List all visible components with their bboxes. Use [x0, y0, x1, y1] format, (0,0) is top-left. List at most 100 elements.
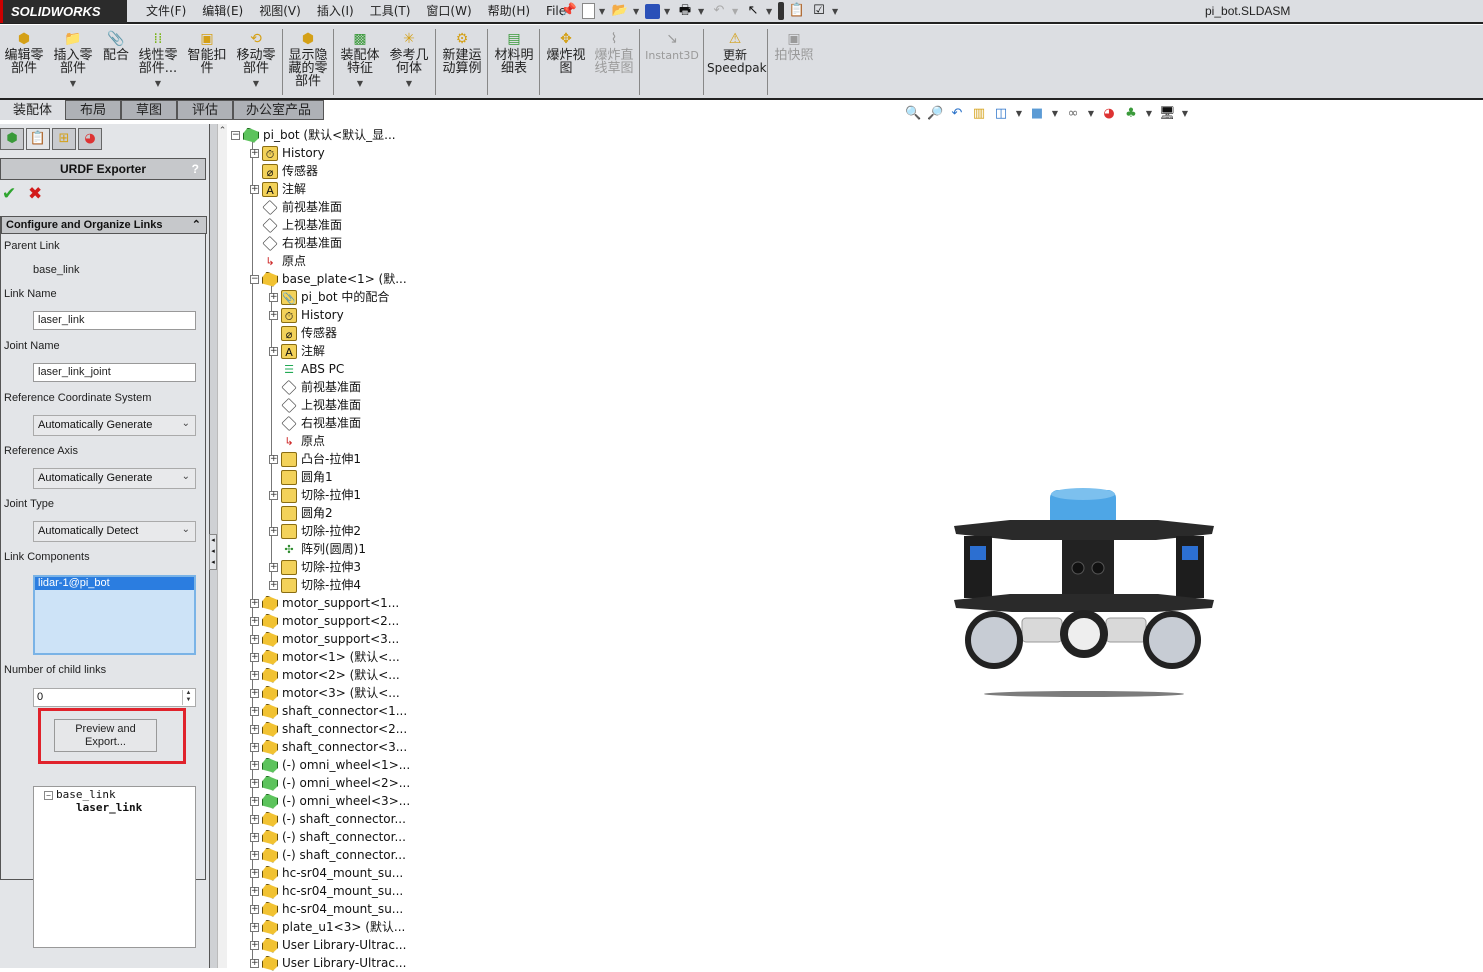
tree-item[interactable]: + motor<3> (默认<...	[250, 684, 400, 702]
mate-button[interactable]: 📎 配合	[100, 31, 132, 62]
reference-geometry-dropdown[interactable]: ▼	[388, 77, 430, 90]
expand-icon[interactable]: +	[250, 148, 259, 158]
bill-of-materials-button[interactable]: ▤ 材料明 细表	[492, 31, 536, 75]
tree-item[interactable]: ↳ 原点	[250, 252, 306, 270]
tree-item[interactable]: + motor<1> (默认<...	[250, 648, 400, 666]
rebuild-traffic-light-icon[interactable]: .	[778, 2, 784, 20]
view-settings-icon[interactable]: 🖥	[1159, 106, 1176, 121]
cancel-x-icon[interactable]: ✖	[28, 184, 42, 204]
assembly-features-dropdown[interactable]: ▼	[338, 77, 382, 90]
group-header[interactable]: Configure and Organize Links ⌃	[1, 216, 207, 234]
scroll-up-icon[interactable]: ⌃	[218, 126, 227, 136]
tree-item[interactable]: + A 注解	[250, 180, 306, 198]
tree-item[interactable]: + User Library-Ultrac...	[250, 954, 406, 972]
tree-item[interactable]: + plate_u1<3> (默认...	[250, 918, 405, 936]
expand-icon[interactable]: +	[250, 184, 259, 194]
expand-icon[interactable]: +	[250, 724, 259, 734]
tab-assembly[interactable]: 装配体	[0, 100, 66, 120]
tree-item[interactable]: + shaft_connector<3...	[250, 738, 407, 756]
expand-icon[interactable]: +	[269, 490, 278, 500]
edit-component-button[interactable]: ⬢ 编辑零 部件	[4, 31, 44, 75]
previous-view-icon[interactable]: ↶	[949, 106, 965, 121]
section-view-icon[interactable]: ▥	[971, 106, 987, 121]
tree-item[interactable]: + ⏱ History	[250, 144, 325, 162]
expand-icon[interactable]: +	[250, 796, 259, 806]
tab-sketch[interactable]: 草图	[121, 100, 178, 120]
tree-item[interactable]: + (-) omni_wheel<3>...	[250, 792, 410, 810]
feature-tree-scrollbar[interactable]: ⌃	[217, 124, 227, 968]
tree-item[interactable]: + hc-sr04_mount_su...	[250, 882, 403, 900]
reference-axis-select[interactable]: Automatically Generate ⌄	[33, 468, 196, 489]
hide-show-dropdown[interactable]: ▼	[1087, 109, 1095, 118]
save-dropdown[interactable]: ▼	[664, 7, 672, 16]
link-components-list[interactable]: lidar-1@pi_bot	[33, 575, 196, 655]
snapshot-button[interactable]: ▣ 拍快照	[772, 31, 816, 62]
edit-appearance-icon[interactable]: ◕	[1101, 106, 1117, 121]
print-dropdown[interactable]: ▼	[698, 7, 706, 16]
tree-item[interactable]: + 凸台-拉伸1	[269, 450, 361, 468]
print-icon[interactable]: 🖶	[676, 2, 694, 20]
smart-fasteners-button[interactable]: ▣ 智能扣 件	[186, 31, 228, 75]
update-speedpak-button[interactable]: ⚠ 更新 Speedpak	[707, 31, 767, 75]
pin-icon[interactable]: 📌	[560, 2, 578, 20]
tree-item[interactable]: + 切除-拉伸3	[269, 558, 361, 576]
expand-icon[interactable]: +	[250, 688, 259, 698]
reference-geometry-button[interactable]: ✳ 参考几 何体 ▼	[388, 31, 430, 90]
tree-item[interactable]: + 切除-拉伸1	[269, 486, 361, 504]
view-orientation-icon[interactable]: ◫	[993, 106, 1009, 121]
undo-icon[interactable]: ↶	[710, 2, 728, 20]
appearance-manager-tab[interactable]: ◕	[78, 128, 102, 150]
expand-icon[interactable]: +	[250, 670, 259, 680]
collapse-icon[interactable]: −	[231, 130, 240, 140]
zoom-to-fit-icon[interactable]: 🔍	[905, 106, 921, 121]
tree-item[interactable]: 前视基准面	[269, 378, 361, 396]
menu-view[interactable]: 视图(V)	[251, 0, 309, 22]
ok-checkmark-icon[interactable]: ✔	[2, 184, 16, 204]
apply-scene-dropdown[interactable]: ▼	[1145, 109, 1153, 118]
tree-item[interactable]: − base_plate<1> (默...	[250, 270, 407, 288]
explode-line-sketch-button[interactable]: ⌇ 爆炸直 线草图	[592, 31, 636, 75]
expand-icon[interactable]: +	[250, 742, 259, 752]
link-tree-view[interactable]: − base_link laser_link	[33, 786, 196, 948]
expand-icon[interactable]: +	[269, 562, 278, 572]
new-document-icon[interactable]	[582, 3, 595, 19]
tab-office-products[interactable]: 办公室产品	[233, 100, 325, 120]
preview-and-export-button[interactable]: Preview and Export...	[54, 719, 157, 752]
expand-icon[interactable]: +	[250, 922, 259, 932]
insert-component-button[interactable]: 📁 插入零 部件 ▼	[52, 31, 94, 90]
expand-icon[interactable]: +	[250, 706, 259, 716]
tree-item[interactable]: + (-) omni_wheel<2>...	[250, 774, 410, 792]
tree-item[interactable]: ☰ ABS PC	[269, 360, 344, 378]
expand-icon[interactable]: +	[250, 832, 259, 842]
new-motion-study-button[interactable]: ⚙ 新建运 动算例	[440, 31, 484, 75]
list-item[interactable]: lidar-1@pi_bot	[35, 577, 194, 590]
property-manager-tab[interactable]: 📋	[26, 128, 50, 150]
apply-scene-icon[interactable]: ♣	[1123, 106, 1139, 121]
open-folder-icon[interactable]: 📂	[611, 2, 629, 20]
tree-item[interactable]: + (-) omni_wheel<1>...	[250, 756, 410, 774]
instant3d-button[interactable]: ↘ Instant3D	[644, 31, 700, 62]
expand-icon[interactable]: +	[250, 634, 259, 644]
expand-icon[interactable]: +	[250, 652, 259, 662]
link-name-input[interactable]: laser_link	[33, 311, 196, 330]
expand-icon[interactable]: +	[250, 940, 259, 950]
tree-node-laser-link[interactable]: laser_link	[76, 801, 142, 814]
expand-icon[interactable]: +	[250, 616, 259, 626]
help-icon[interactable]: ?	[192, 159, 199, 179]
tree-item[interactable]: 上视基准面	[250, 216, 342, 234]
exploded-view-button[interactable]: ✥ 爆炸视 图	[544, 31, 588, 75]
tree-node-base-link[interactable]: − base_link	[44, 788, 116, 801]
tree-item[interactable]: + ⏱ History	[269, 306, 344, 324]
tree-item[interactable]: 右视基准面	[269, 414, 361, 432]
file-properties-icon[interactable]: 📋	[788, 2, 806, 20]
expand-icon[interactable]: +	[250, 778, 259, 788]
tree-item[interactable]: + shaft_connector<2...	[250, 720, 407, 738]
linear-pattern-dropdown[interactable]: ▼	[137, 77, 179, 90]
tree-item[interactable]: + (-) shaft_connector...	[250, 828, 406, 846]
expand-icon[interactable]: +	[269, 526, 278, 536]
joint-name-input[interactable]: laser_link_joint	[33, 363, 196, 382]
select-pointer-icon[interactable]: ↖	[744, 2, 762, 20]
tree-item[interactable]: + motor_support<2...	[250, 612, 399, 630]
expand-icon[interactable]: +	[269, 580, 278, 590]
save-icon[interactable]	[645, 3, 660, 19]
